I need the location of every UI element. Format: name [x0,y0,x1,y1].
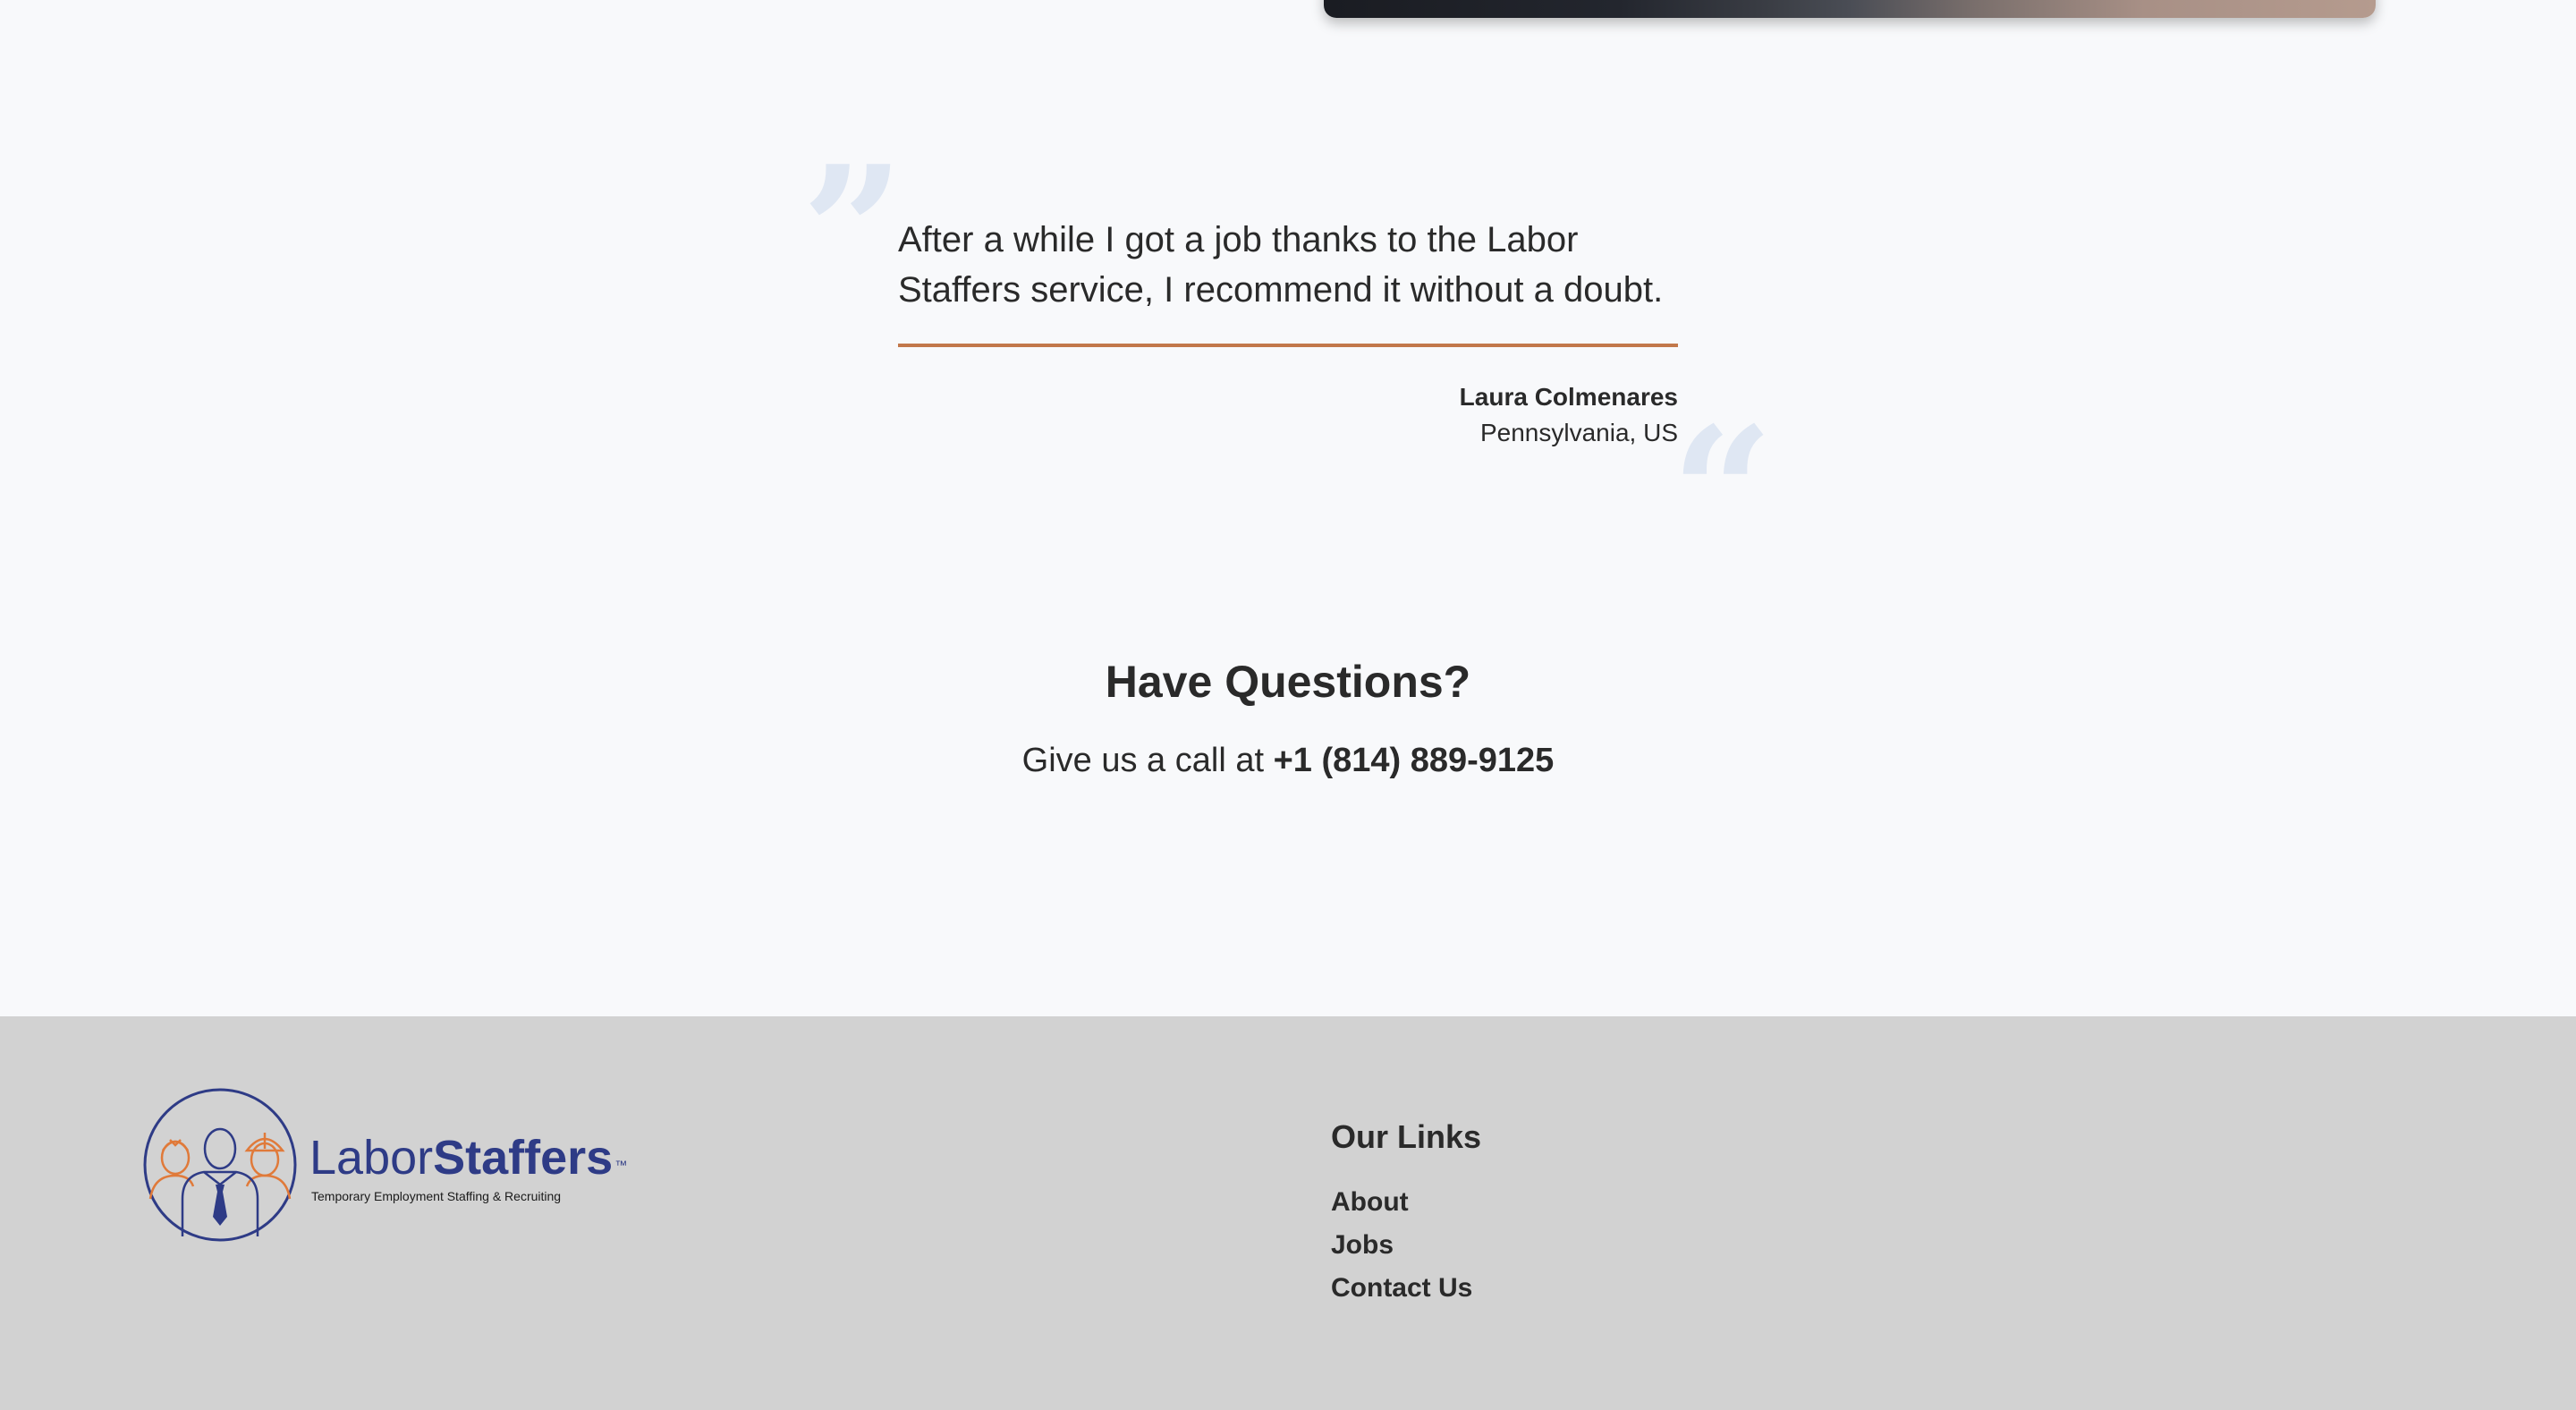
logo-wordmark: LaborStaffers ™ [309,1131,627,1185]
testimonial-author: Laura Colmenares Pennsylvania, US [898,379,1678,451]
logo-word-light: Labor [309,1131,434,1185]
footer-link-item: About [1331,1181,1481,1224]
logo-word-bold: Staffers [433,1131,614,1185]
quote-open-icon: ” [801,127,905,337]
footer-link-item: Contact Us [1331,1267,1481,1310]
footer-link-jobs[interactable]: Jobs [1331,1230,1394,1260]
labor-staffers-logo[interactable]: LaborStaffers ™ Temporary Employment Staf… [141,1086,627,1244]
questions-heading: Have Questions? [1105,657,1471,707]
logo-tagline: Temporary Employment Staffing & Recruiti… [311,1189,562,1203]
hero-photo [1324,0,2376,18]
testimonial: After a while I got a job thanks to the … [898,215,1678,451]
footer-links: Our Links About Jobs Contact Us [1331,1115,1481,1310]
footer-links-list: About Jobs Contact Us [1331,1181,1481,1310]
phone-number[interactable]: +1 (814) 889-9125 [1274,742,1555,779]
footer-link-item: Jobs [1331,1224,1481,1267]
footer-links-heading: Our Links [1331,1118,1482,1155]
author-location: Pennsylvania, US [1479,419,1678,446]
call-line: Give us a call at +1 (814) 889-9125 [0,734,2576,787]
call-prefix: Give us a call at [1021,742,1274,779]
quote-close-icon: “ [1671,388,1775,599]
logo-trademark: ™ [614,1158,628,1172]
testimonial-divider [898,344,1678,347]
logo-emblem-icon [143,1088,297,1242]
questions-section: Have Questions? Give us a call at +1 (81… [0,644,2576,787]
author-name: Laura Colmenares [1459,383,1678,411]
testimonial-quote: After a while I got a job thanks to the … [898,220,1664,310]
footer-link-contact-us[interactable]: Contact Us [1331,1273,1472,1303]
footer-link-about[interactable]: About [1331,1187,1409,1217]
footer: LaborStaffers ™ Temporary Employment Staf… [0,1016,2576,1410]
